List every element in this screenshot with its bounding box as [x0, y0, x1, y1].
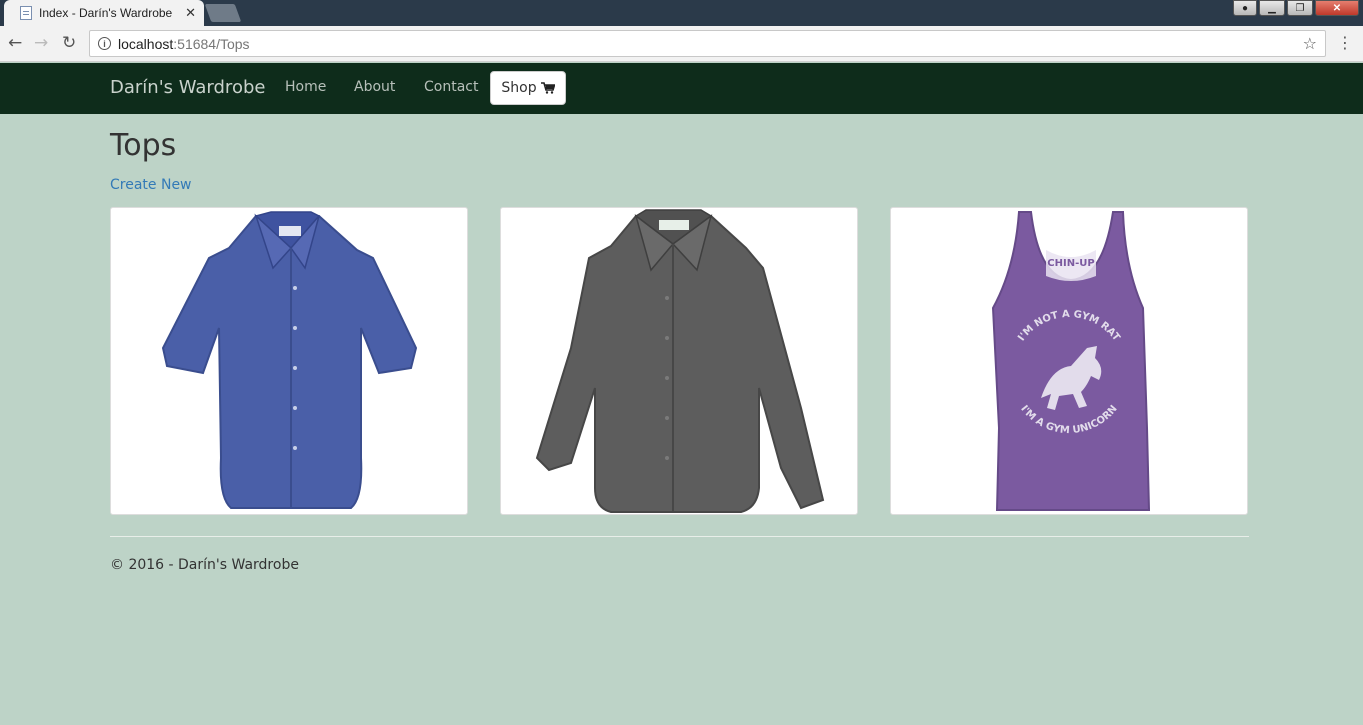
url-text[interactable]: localhost:51684/Tops	[118, 36, 1303, 52]
nav-link-about[interactable]: About	[354, 79, 395, 95]
browser-menu-icon[interactable]: ⋮	[1337, 34, 1353, 52]
brand-link[interactable]: Darín's Wardrobe	[110, 77, 265, 98]
page-title: Tops	[110, 128, 177, 163]
close-window-button[interactable]: ✕	[1315, 0, 1359, 16]
blue-shirt-image	[161, 211, 418, 509]
page-favicon-icon	[20, 6, 32, 20]
footer-divider	[110, 536, 1249, 537]
tab-close-icon[interactable]: ✕	[185, 5, 196, 21]
new-tab-button[interactable]	[204, 4, 242, 22]
url-path: :51684/Tops	[173, 35, 250, 52]
maximize-button[interactable]: ❐	[1287, 0, 1313, 16]
product-card-purple-tank[interactable]: CHIN-UP I'M NOT A GYM RAT I'M A GYM UNIC…	[890, 207, 1248, 515]
back-arrow-icon[interactable]: ←	[8, 34, 22, 52]
nav-link-contact[interactable]: Contact	[424, 79, 478, 95]
tab-title: Index - Darín's Wardrobe	[39, 6, 173, 20]
nav-link-home[interactable]: Home	[285, 79, 326, 95]
site-navbar: Darín's Wardrobe Home About Contact Shop	[0, 63, 1363, 114]
purple-tank-image: CHIN-UP I'M NOT A GYM RAT I'M A GYM UNIC…	[991, 211, 1151, 511]
footer-copyright: © 2016 - Darín's Wardrobe	[110, 557, 299, 573]
address-bar[interactable]: i localhost:51684/Tops ☆	[89, 30, 1326, 57]
bookmark-star-icon[interactable]: ☆	[1303, 34, 1317, 53]
url-host: localhost	[118, 35, 174, 52]
product-card-gray-shirt[interactable]	[500, 207, 858, 515]
browser-tab-strip: Index - Darín's Wardrobe ✕ ● ▁ ❐ ✕	[0, 0, 1363, 26]
window-controls: ● ▁ ❐ ✕	[1233, 0, 1359, 16]
browser-tab-active[interactable]: Index - Darín's Wardrobe ✕	[4, 0, 204, 26]
shopping-cart-icon	[540, 82, 555, 94]
shop-button[interactable]: Shop	[490, 71, 566, 105]
reload-icon[interactable]: ↻	[62, 34, 76, 52]
shop-button-label: Shop	[501, 80, 537, 96]
site-info-icon[interactable]: i	[98, 37, 111, 50]
minimize-button[interactable]: ▁	[1259, 0, 1285, 16]
product-card-blue-shirt[interactable]	[110, 207, 468, 515]
gray-shirt-image	[535, 209, 825, 513]
tank-print-brand: CHIN-UP	[1047, 258, 1094, 269]
forward-arrow-icon[interactable]: →	[34, 34, 48, 52]
browser-toolbar: ← → ↻ i localhost:51684/Tops ☆ ⋮	[0, 26, 1363, 62]
create-new-link[interactable]: Create New	[110, 177, 192, 193]
user-profile-icon[interactable]: ●	[1233, 0, 1257, 16]
